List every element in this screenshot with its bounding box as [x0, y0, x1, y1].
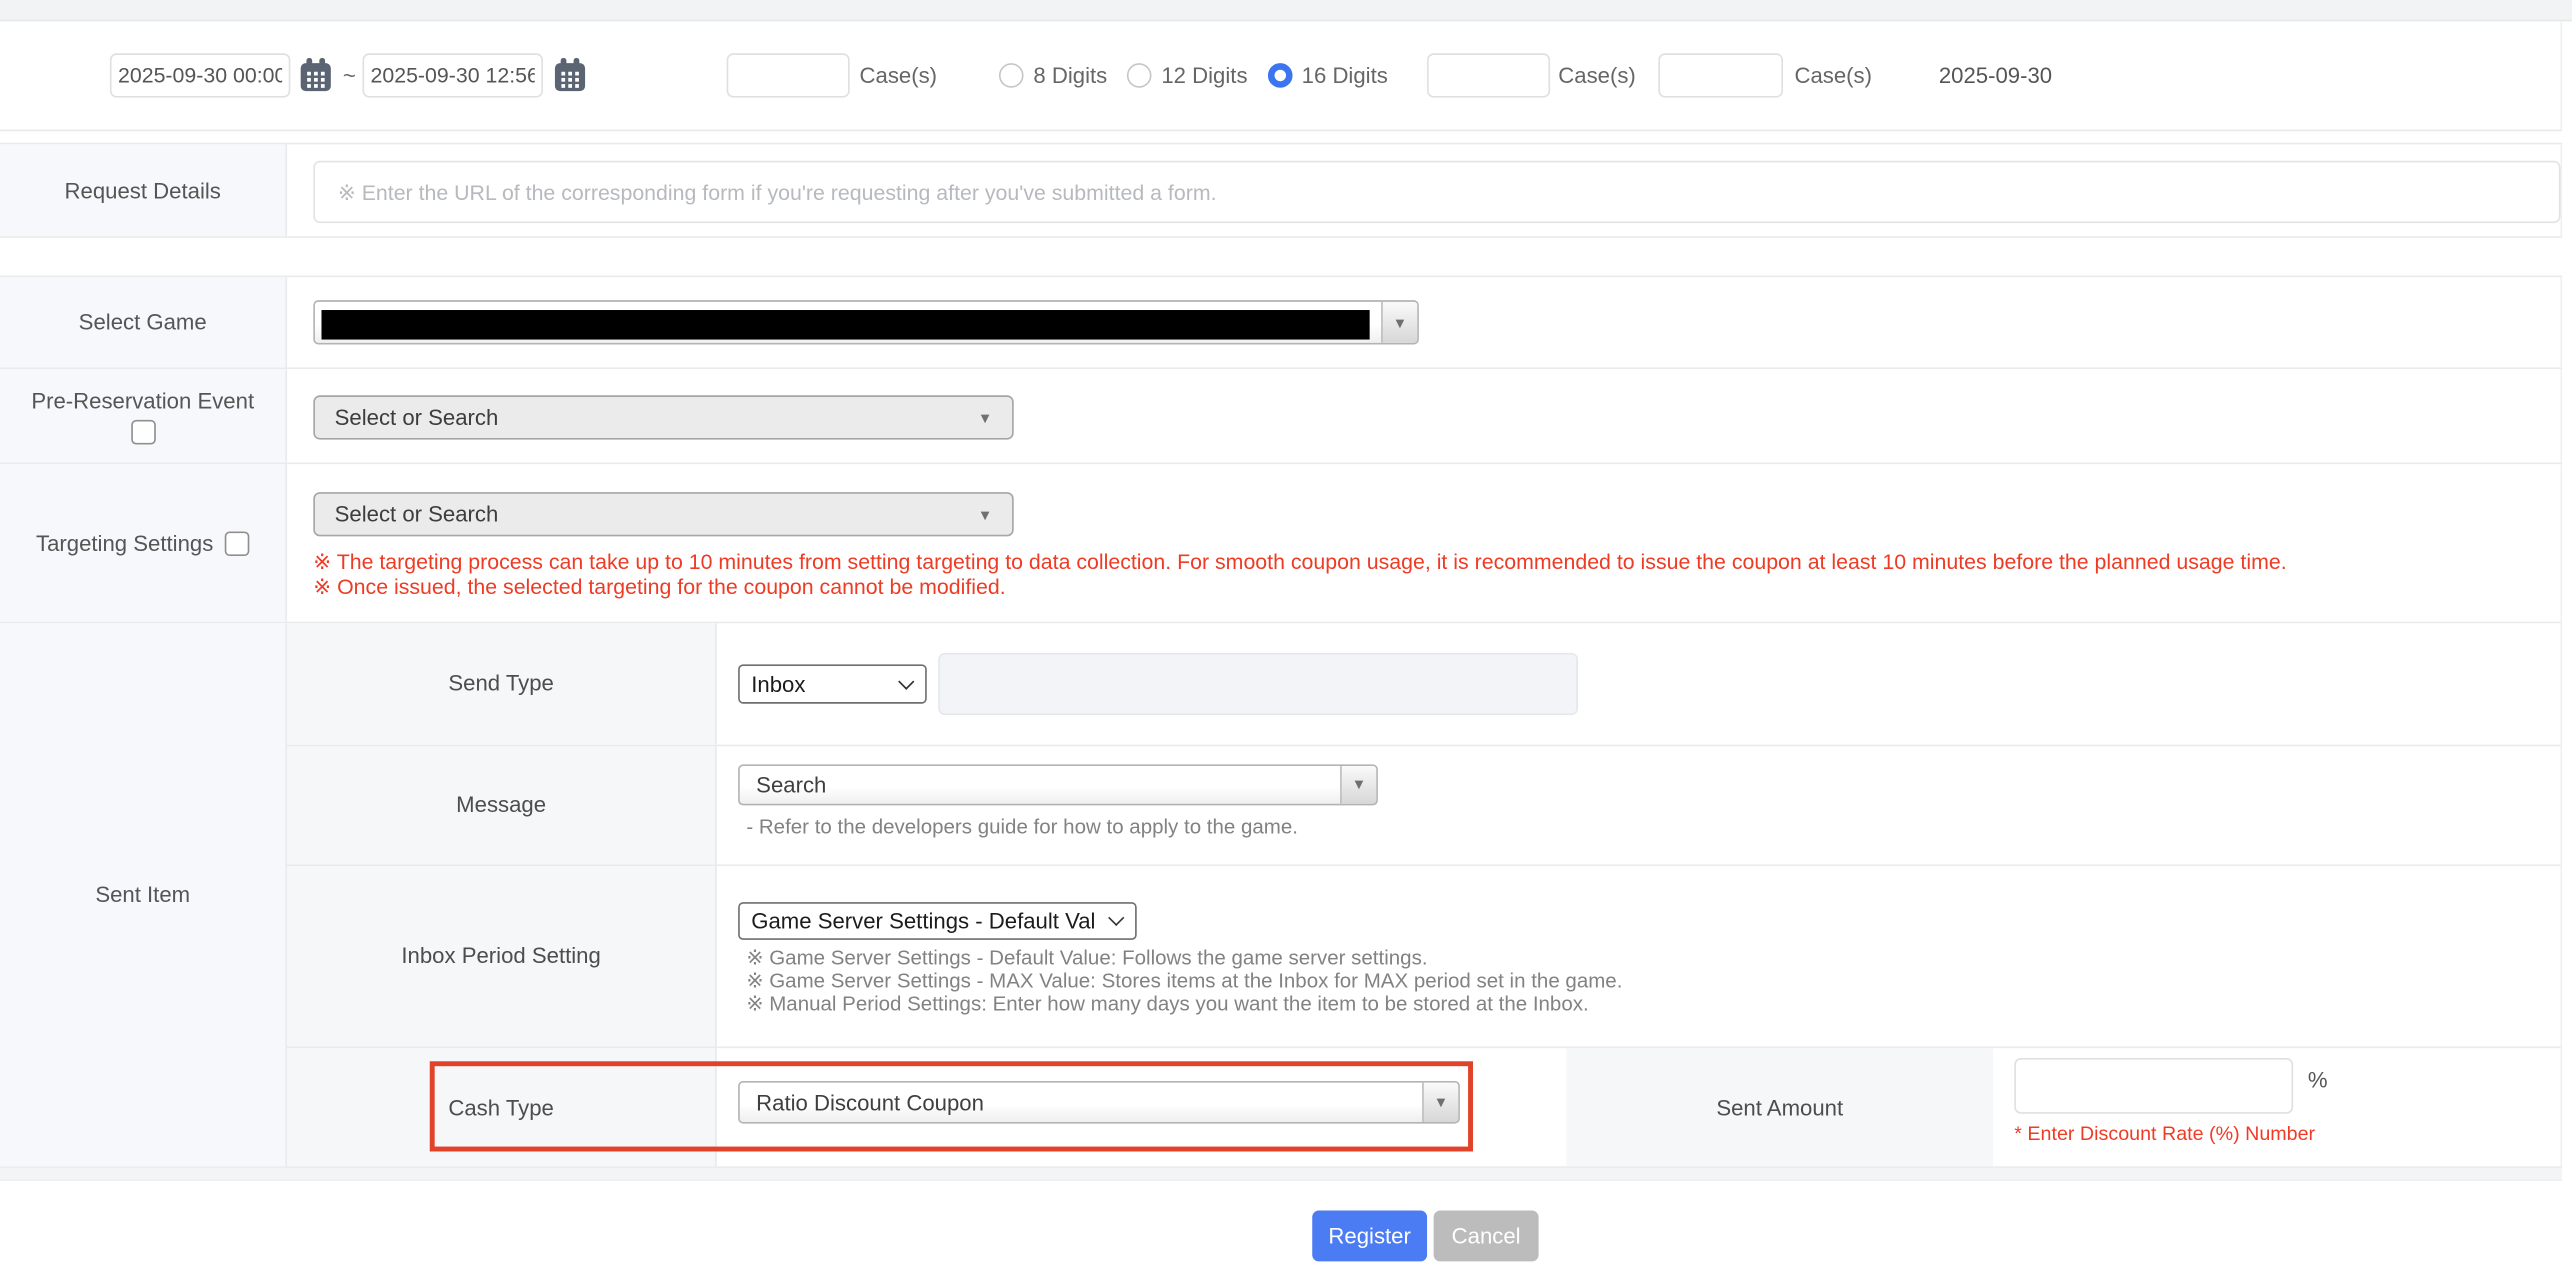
- end-datetime-input[interactable]: [363, 53, 543, 97]
- pre-reservation-event-row: Pre-Reservation Event Select or Search ▼: [0, 369, 2562, 464]
- form-actions: Register Cancel: [0, 1211, 2572, 1262]
- pre-reservation-event-select-value: Select or Search: [335, 405, 499, 430]
- chevron-down-icon: ▼: [1422, 1083, 1458, 1122]
- message-label-text: Message: [456, 793, 546, 818]
- pre-reservation-event-label: Pre-Reservation Event: [0, 369, 287, 462]
- radio-option-16-digits: 16 Digits: [1267, 63, 1388, 88]
- send-type-label: Send Type: [287, 623, 717, 744]
- radio-12-digits[interactable]: [1127, 63, 1152, 88]
- targeting-warning-1: ※ The targeting process can take up to 1…: [313, 550, 2286, 575]
- message-label: Message: [287, 746, 717, 864]
- inbox-period-row: Inbox Period Setting Game Server Setting…: [287, 865, 2560, 1048]
- section-divider: [0, 1168, 2562, 1181]
- message-select[interactable]: Search ▼: [738, 764, 1378, 805]
- start-datetime-input[interactable]: [110, 53, 290, 97]
- targeting-warning-2: ※ Once issued, the selected targeting fo…: [313, 574, 1005, 599]
- pre-reservation-event-select[interactable]: Select or Search ▼: [313, 395, 1013, 439]
- inbox-period-note-3: ※ Manual Period Settings: Enter how many…: [746, 990, 1588, 1015]
- game-select[interactable]: ▼: [313, 300, 1419, 344]
- cash-type-select[interactable]: Ratio Discount Coupon ▼: [738, 1081, 1460, 1124]
- select-game-label-text: Select Game: [79, 310, 207, 335]
- filter-row: ~ Case(s) 8 Digits 12: [0, 21, 2562, 131]
- radio-16-digits-label: 16 Digits: [1302, 63, 1388, 88]
- coupon-case-count-input[interactable]: [727, 53, 850, 97]
- chevron-down-icon: ▼: [978, 506, 993, 522]
- message-row: Message Search ▼ - Refer to the develope…: [287, 746, 2560, 865]
- inbox-period-note-2: ※ Game Server Settings - MAX Value: Stor…: [746, 967, 1622, 992]
- sent-amount-label-text: Sent Amount: [1716, 1095, 1843, 1120]
- targeting-select[interactable]: Select or Search ▼: [313, 492, 1013, 536]
- radio-option-12-digits: 12 Digits: [1127, 63, 1248, 88]
- calendar-icon: [552, 57, 586, 93]
- send-type-row: Send Type Inbox: [287, 623, 2560, 746]
- request-details-input[interactable]: [313, 161, 2560, 223]
- targeting-settings-label-text: Targeting Settings: [36, 531, 213, 556]
- chevron-down-icon: ▼: [1381, 302, 1417, 343]
- pre-reservation-event-checkbox[interactable]: [130, 419, 155, 444]
- inbox-period-label: Inbox Period Setting: [287, 865, 717, 1047]
- sent-amount-unit: %: [2308, 1068, 2328, 1093]
- sent-item-label: Sent Item: [0, 623, 287, 1166]
- message-note: - Refer to the developers guide for how …: [746, 815, 1298, 838]
- cash-type-select-value: Ratio Discount Coupon: [740, 1083, 1422, 1122]
- request-details-label: Request Details: [0, 144, 287, 236]
- sent-amount-note: * Enter Discount Rate (%) Number: [2014, 1122, 2315, 1145]
- inbox-period-select-wrap: Game Server Settings - Default Value: [738, 901, 1137, 939]
- sent-item-label-text: Sent Item: [95, 882, 190, 907]
- cash-type-label-text: Cash Type: [448, 1095, 553, 1120]
- register-button[interactable]: Register: [1312, 1211, 1427, 1262]
- sent-item-rows: Send Type Inbox Message: [287, 623, 2560, 1166]
- inbox-period-content: Game Server Settings - Default Value ※ G…: [717, 865, 2561, 1047]
- radio-8-digits[interactable]: [999, 63, 1024, 88]
- select-game-row: Select Game ▼: [0, 276, 2562, 369]
- radio-16-digits[interactable]: [1267, 63, 1292, 88]
- reference-date: 2025-09-30: [1939, 63, 2052, 88]
- sent-amount-label: Sent Amount: [1566, 1049, 1992, 1167]
- send-type-select[interactable]: Inbox: [738, 664, 927, 703]
- cases-label: Case(s): [1794, 63, 1872, 88]
- date-range-separator: ~: [343, 63, 356, 88]
- radio-12-digits-label: 12 Digits: [1161, 63, 1247, 88]
- cancel-button[interactable]: Cancel: [1434, 1211, 1539, 1262]
- send-type-select-wrap: Inbox: [738, 664, 927, 703]
- digit-radio-group: 8 Digits 12 Digits 16 Digits: [999, 63, 1388, 88]
- sent-amount-input[interactable]: [2014, 1058, 2293, 1114]
- inbox-period-note-1: ※ Game Server Settings - Default Value: …: [746, 944, 1427, 969]
- redacted-game-name: [321, 310, 1369, 340]
- sent-item-section: Sent Item Send Type Inbox: [0, 623, 2562, 1168]
- targeting-settings-checkbox[interactable]: [225, 531, 250, 556]
- chevron-down-icon: ▼: [1340, 766, 1376, 804]
- message-content: Search ▼ - Refer to the developers guide…: [717, 746, 2561, 864]
- chevron-down-icon: ▼: [978, 409, 993, 425]
- pre-reservation-event-label-text: Pre-Reservation Event: [31, 388, 254, 413]
- radio-option-8-digits: 8 Digits: [999, 63, 1107, 88]
- cases-label: Case(s): [860, 63, 938, 88]
- request-details-label-text: Request Details: [65, 178, 221, 203]
- calendar-icon[interactable]: [551, 57, 587, 95]
- game-select-value: [315, 302, 1381, 343]
- inbox-period-label-text: Inbox Period Setting: [401, 944, 600, 969]
- cases-label: Case(s): [1558, 63, 1636, 88]
- cash-type-row: Cash Type Ratio Discount Coupon ▼ Sent A…: [287, 1049, 2560, 1167]
- message-select-value: Search: [740, 766, 1340, 804]
- targeting-select-value: Select or Search: [335, 502, 499, 527]
- targeting-settings-label: Targeting Settings: [0, 464, 287, 621]
- coupon-request-form: ~ Case(s) 8 Digits 12: [0, 0, 2572, 1272]
- issue-case-count-input[interactable]: [1427, 53, 1550, 97]
- calendar-icon[interactable]: [297, 57, 333, 95]
- calendar-icon: [298, 57, 332, 93]
- limit-case-count-input[interactable]: [1658, 53, 1783, 97]
- inbox-period-select[interactable]: Game Server Settings - Default Value: [738, 901, 1137, 939]
- top-strip: [0, 0, 2572, 21]
- radio-8-digits-label: 8 Digits: [1033, 63, 1107, 88]
- request-details-row: Request Details: [0, 143, 2562, 238]
- send-type-label-text: Send Type: [448, 672, 553, 697]
- send-type-disabled-input: [938, 653, 1578, 715]
- cash-type-label: Cash Type: [287, 1049, 717, 1167]
- select-game-label: Select Game: [0, 277, 287, 367]
- send-type-content: Inbox: [717, 623, 2561, 744]
- targeting-settings-row: Targeting Settings Select or Search ▼ ※ …: [0, 464, 2562, 623]
